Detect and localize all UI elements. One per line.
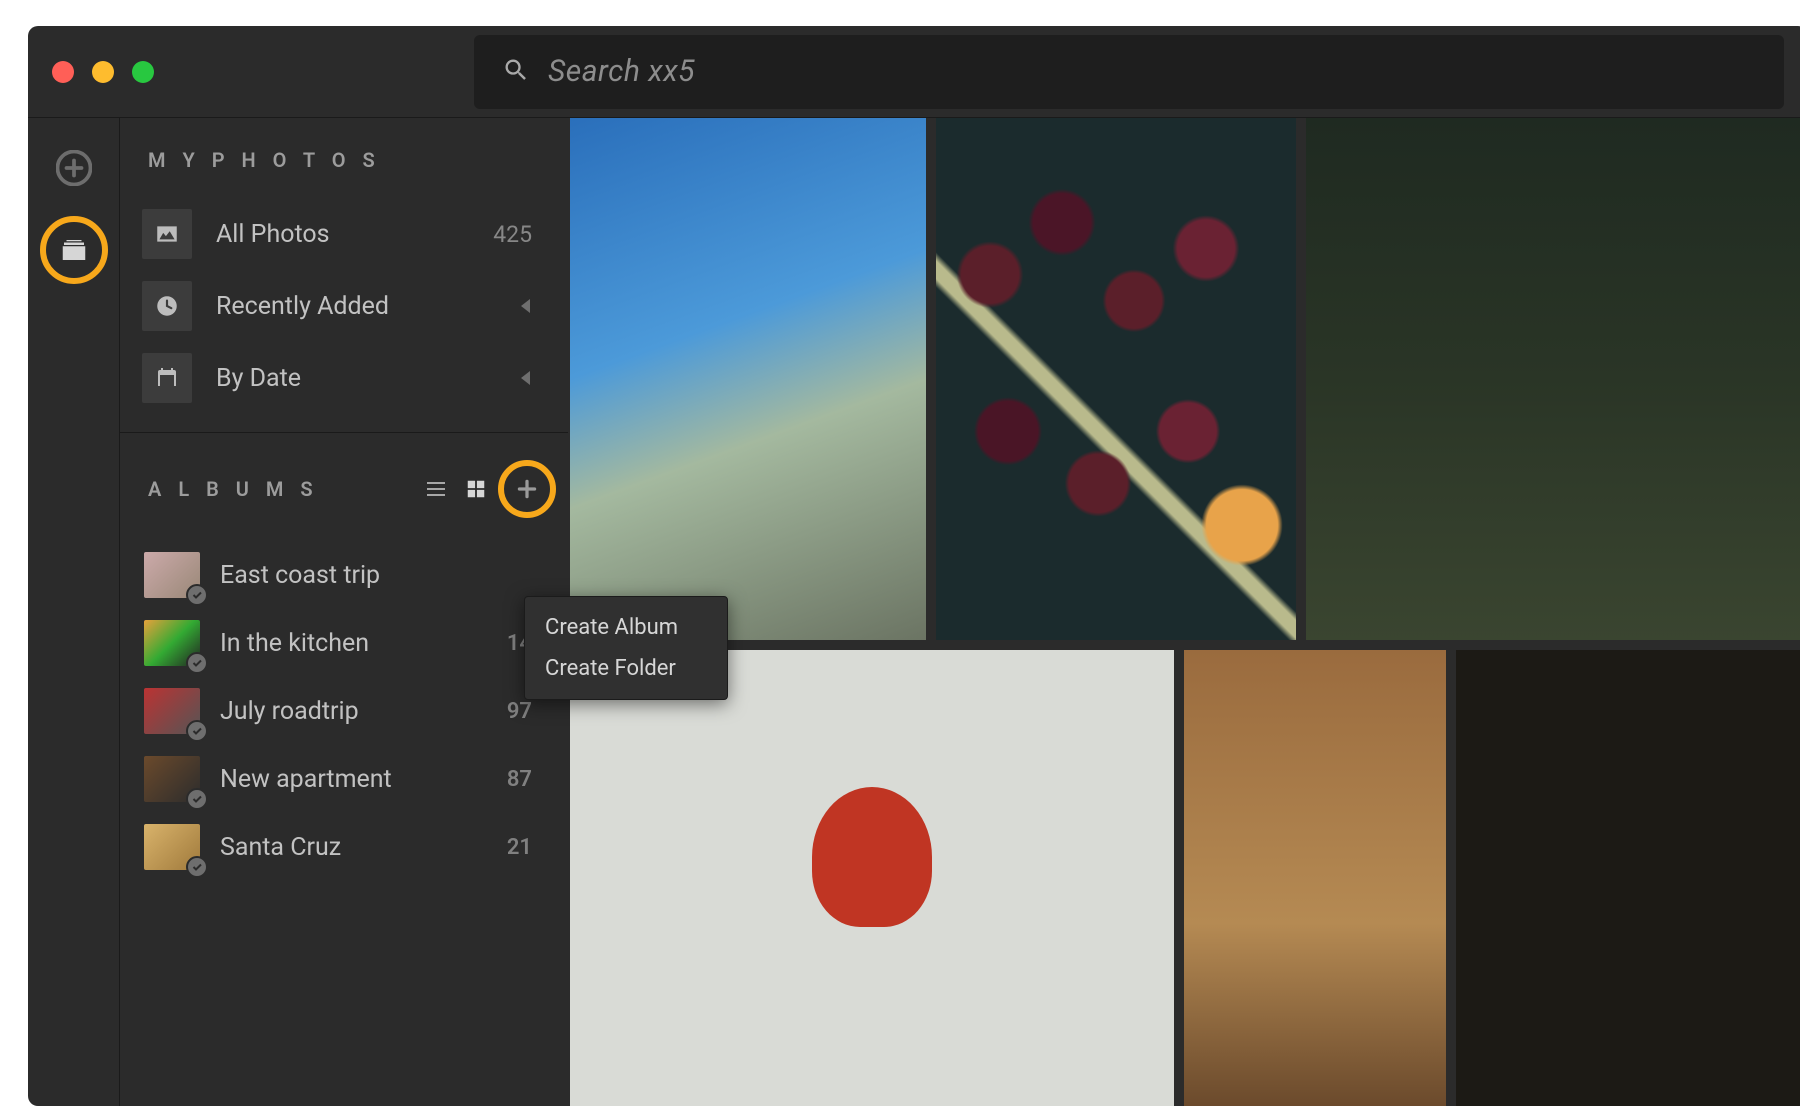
chevron-left-icon <box>521 299 530 313</box>
maximize-window-button[interactable] <box>132 61 154 83</box>
window-controls <box>52 61 154 83</box>
create-album-menuitem[interactable]: Create Album <box>525 607 727 648</box>
grid-view-button[interactable] <box>458 471 494 507</box>
albums-header: A L B U M S <box>120 455 568 523</box>
photo-tile[interactable] <box>1306 118 1800 640</box>
synced-badge-icon <box>186 720 208 742</box>
album-list: East coast trip In the kitchen 14 July r… <box>120 523 568 881</box>
add-album-highlight <box>498 460 556 518</box>
album-thumbnail <box>144 620 200 666</box>
album-label: Santa Cruz <box>220 833 487 862</box>
app-window: Search xx5 M Y P H O T O S All Photos 42… <box>28 26 1800 1106</box>
nav-label: All Photos <box>216 220 469 249</box>
clock-icon <box>142 281 192 331</box>
synced-badge-icon <box>186 652 208 674</box>
synced-badge-icon <box>186 584 208 606</box>
close-window-button[interactable] <box>52 61 74 83</box>
album-item[interactable]: New apartment 87 <box>120 745 568 813</box>
search-input[interactable]: Search xx5 <box>474 35 1784 109</box>
album-thumbnail <box>144 756 200 802</box>
my-photos-header: M Y P H O T O S <box>120 148 568 198</box>
album-count: 87 <box>507 767 544 792</box>
search-icon <box>502 56 530 88</box>
create-folder-menuitem[interactable]: Create Folder <box>525 648 727 689</box>
create-menu-popup: Create Album Create Folder <box>524 596 728 700</box>
add-album-button[interactable] <box>509 471 545 507</box>
library-button[interactable] <box>52 228 96 272</box>
sidebar-item-recently-added[interactable]: Recently Added <box>120 270 568 342</box>
sidebar-item-all-photos[interactable]: All Photos 425 <box>120 198 568 270</box>
sidebar: M Y P H O T O S All Photos 425 Recently … <box>120 118 568 1106</box>
photo-tile[interactable] <box>570 118 926 640</box>
album-thumbnail <box>144 552 200 598</box>
albums-title: A L B U M S <box>148 477 414 501</box>
grid-row <box>570 650 1800 1106</box>
nav-rail <box>28 118 120 1106</box>
synced-badge-icon <box>186 788 208 810</box>
library-button-highlight <box>40 216 108 284</box>
album-item[interactable]: East coast trip <box>120 541 568 609</box>
nav-count: 425 <box>493 221 546 248</box>
search-placeholder: Search xx5 <box>548 54 695 89</box>
photo-tile[interactable] <box>570 650 1174 1106</box>
minimize-window-button[interactable] <box>92 61 114 83</box>
album-thumbnail <box>144 688 200 734</box>
photo-tile[interactable] <box>936 118 1296 640</box>
album-label: East coast trip <box>220 561 512 590</box>
app-body: M Y P H O T O S All Photos 425 Recently … <box>28 117 1800 1106</box>
grid-row <box>570 118 1800 640</box>
photo-tile[interactable] <box>1456 650 1800 1106</box>
photo-icon <box>142 209 192 259</box>
list-view-button[interactable] <box>418 471 454 507</box>
divider <box>120 432 568 433</box>
album-label: July roadtrip <box>220 697 487 726</box>
calendar-icon <box>142 353 192 403</box>
add-button[interactable] <box>52 146 96 190</box>
album-count: 21 <box>507 835 544 860</box>
sidebar-item-by-date[interactable]: By Date <box>120 342 568 414</box>
chevron-left-icon <box>521 371 530 385</box>
album-label: New apartment <box>220 765 487 794</box>
album-item[interactable]: In the kitchen 14 <box>120 609 568 677</box>
photo-tile[interactable] <box>1184 650 1446 1106</box>
album-label: In the kitchen <box>220 629 487 658</box>
album-count: 97 <box>507 699 544 724</box>
nav-label: Recently Added <box>216 292 497 321</box>
album-item[interactable]: July roadtrip 97 <box>120 677 568 745</box>
titlebar: Search xx5 <box>28 26 1800 117</box>
album-item[interactable]: Santa Cruz 21 <box>120 813 568 881</box>
album-thumbnail <box>144 824 200 870</box>
synced-badge-icon <box>186 856 208 878</box>
nav-label: By Date <box>216 364 497 393</box>
photo-grid <box>568 118 1800 1106</box>
